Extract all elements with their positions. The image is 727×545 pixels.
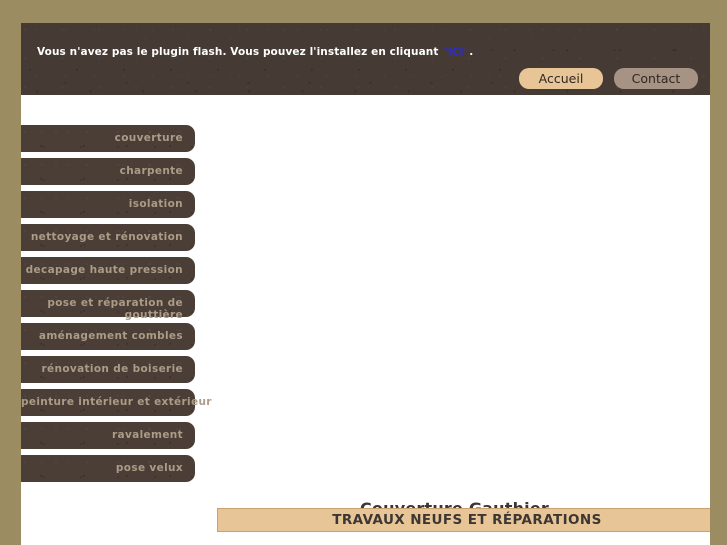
sidebar-menu: couverture charpente isolation nettoyage… (21, 125, 212, 488)
flash-notice-prefix: Vous n'avez pas le plugin flash. Vous po… (37, 46, 443, 58)
main-content: Couverture Gauthier TRAVAUX NEUFS ET RÉP… (199, 95, 710, 545)
tagline-banner: TRAVAUX NEUFS ET RÉPARATIONS (217, 508, 710, 532)
sidebar-item-label: ravalement (112, 429, 183, 441)
nav-button-accueil[interactable]: Accueil (519, 68, 603, 89)
flash-plugin-notice: Vous n'avez pas le plugin flash. Vous po… (37, 46, 473, 58)
sidebar-item-label: couverture (114, 132, 183, 144)
tagline-text: TRAVAUX NEUFS ET RÉPARATIONS (332, 512, 602, 528)
sidebar-item-label: aménagement combles (38, 330, 183, 342)
nav-button-contact[interactable]: Contact (614, 68, 698, 89)
sidebar-item-label: pose velux (115, 462, 183, 474)
sidebar-item-label-overflow: gouttière (124, 309, 183, 321)
sidebar-item-isolation[interactable]: isolation (21, 191, 195, 218)
body-area: couverture charpente isolation nettoyage… (21, 95, 710, 545)
sidebar-item-label: isolation (128, 198, 183, 210)
sidebar-item-decapage-haute-pression[interactable]: decapage haute pression (21, 257, 195, 284)
sidebar-item-label: charpente (119, 165, 183, 177)
sidebar-item-pose-et-reparation-de-gouttiere[interactable]: pose et réparation de gouttière (21, 290, 195, 321)
sidebar-item-ravalement[interactable]: ravalement (21, 422, 195, 449)
sidebar-item-label: peinture intérieur et extérieur (21, 396, 212, 408)
main-navigation: Accueil Contact (519, 68, 698, 89)
sidebar-item-couverture[interactable]: couverture (21, 125, 195, 152)
sidebar-item-renovation-de-boiserie[interactable]: rénovation de boiserie (21, 356, 195, 383)
site-header: Vous n'avez pas le plugin flash. Vous po… (21, 23, 710, 95)
sidebar-item-label: pose et réparation de (47, 297, 183, 309)
flash-notice-suffix: . (469, 46, 474, 58)
sidebar-item-label: rénovation de boiserie (41, 363, 183, 375)
sidebar-item-nettoyage-et-renovation[interactable]: nettoyage et rénovation (21, 224, 195, 251)
sidebar-item-pose-velux[interactable]: pose velux (21, 455, 195, 482)
flash-install-link[interactable]: "ICI" (442, 46, 469, 58)
sidebar-item-amenagement-combles[interactable]: aménagement combles (21, 323, 195, 350)
sidebar-item-label: decapage haute pression (25, 264, 183, 276)
sidebar-item-peinture-interieur-et-exterieur[interactable]: peinture intérieur et extérieur (21, 389, 212, 416)
sidebar-item-charpente[interactable]: charpente (21, 158, 195, 185)
page-container: Vous n'avez pas le plugin flash. Vous po… (21, 23, 710, 545)
sidebar-item-label: nettoyage et rénovation (30, 231, 183, 243)
